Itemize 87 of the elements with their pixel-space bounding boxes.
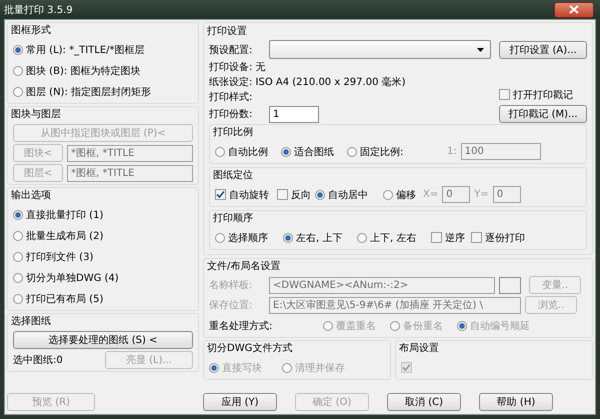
radio-button[interactable] — [13, 294, 23, 304]
radio-label[interactable]: 直接批量打印 (1) — [26, 208, 104, 222]
button[interactable]: 选择要处理的图纸 (S) < — [13, 331, 193, 349]
dropdown[interactable] — [269, 40, 491, 59]
close-button[interactable] — [554, 2, 594, 18]
radio-button[interactable] — [281, 146, 291, 156]
radio-button[interactable] — [13, 210, 23, 220]
radio-button[interactable] — [13, 86, 23, 96]
checkbox[interactable]: 逆序 — [431, 228, 467, 247]
label: 预设配置: — [209, 44, 254, 56]
radio-label[interactable]: 常用 (L): *_TITLE/*图框层 — [26, 42, 145, 56]
radio-label[interactable]: 固定比例: — [360, 144, 404, 158]
button[interactable]: 打印设置 (A)... — [499, 40, 587, 58]
radio-label[interactable]: 切分为单独DWG (4) — [26, 270, 119, 284]
radio-label[interactable]: 自动比例 — [228, 144, 268, 158]
radio-label[interactable]: 上下, 左右 — [370, 230, 416, 244]
check-mark-icon — [402, 363, 411, 372]
input-field[interactable]: *图框, *TITLE — [67, 144, 193, 162]
input-field[interactable]: 100 — [460, 143, 541, 160]
label: 选中图纸:0 — [13, 354, 63, 367]
radio-button[interactable] — [13, 252, 23, 262]
label: 1: — [447, 146, 457, 157]
button[interactable]: 取消 (C) — [387, 393, 461, 411]
check-mark-icon — [216, 190, 225, 199]
group-title: 打印顺序 — [213, 212, 254, 226]
radio-button[interactable] — [357, 232, 367, 242]
group-title: 布局设置 — [399, 342, 440, 356]
radio-button[interactable] — [13, 44, 23, 54]
input-field[interactable]: E:\大区审图意见\5-9#\6# (加插座 开关定位) \ — [269, 296, 521, 314]
button[interactable]: 应用 (Y) — [203, 393, 277, 411]
label: 名称样板: — [209, 278, 254, 292]
radio-button[interactable] — [315, 190, 325, 200]
checkbox[interactable]: 打开打印戳记 — [499, 85, 573, 104]
label: 打印样式: — [209, 90, 254, 104]
group-title: 输出选项 — [11, 189, 52, 203]
radio-button[interactable] — [13, 230, 23, 240]
radio-label[interactable]: 图块 (B): 图框为特定图块 — [26, 64, 140, 78]
caret-icon — [477, 48, 484, 52]
button[interactable]: 打印戳记 (M)... — [499, 105, 587, 123]
label: 保存位置: — [209, 298, 254, 312]
label: 纸张设定: ISO A4 (210.00 x 297.00 毫米) — [209, 76, 407, 89]
radio-button[interactable] — [457, 320, 467, 330]
input-field[interactable]: 0 — [492, 186, 521, 203]
label: 打印设备: 无 — [209, 60, 267, 74]
radio-button[interactable] — [13, 66, 23, 76]
input-field[interactable]: 1 — [269, 106, 319, 122]
radio-label[interactable]: 打印已有布局 (5) — [26, 292, 104, 306]
radio-button[interactable] — [209, 362, 219, 372]
input-field[interactable]: <DWGNAME><ANum:-:2> — [269, 276, 495, 294]
label: Y= — [474, 189, 489, 200]
label: X= — [423, 189, 438, 200]
checkbox[interactable]: 逐份打印 — [471, 228, 525, 247]
radio-label[interactable]: 左右, 上下 — [296, 230, 342, 244]
label: 重名处理方式: — [209, 320, 274, 332]
radio-label[interactable]: 选择顺序 — [228, 230, 268, 244]
radio-button[interactable] — [323, 320, 333, 330]
input-field[interactable]: *图框, *TITLE — [67, 164, 193, 182]
radio-label[interactable]: 适合图纸 — [294, 144, 334, 158]
group-title: 打印设置 — [207, 25, 248, 39]
group-title: 打印比例 — [213, 126, 254, 140]
radio-button[interactable] — [383, 190, 393, 200]
group-title: 选择图纸 — [11, 315, 52, 329]
group-title: 图框形式 — [11, 24, 52, 38]
radio-label[interactable]: 自动居中 — [328, 188, 368, 202]
input-field[interactable]: 0 — [442, 186, 470, 203]
radio-label[interactable]: 图层 (N): 指定图层封闭矩形 — [26, 84, 152, 98]
button[interactable]: 帮助 (H) — [479, 393, 553, 411]
input-field[interactable] — [499, 276, 521, 294]
radio-button[interactable] — [13, 272, 23, 282]
radio-button[interactable] — [282, 362, 292, 372]
radio-label[interactable]: 偏移 — [396, 188, 416, 202]
checkbox[interactable]: 反向 — [277, 185, 311, 204]
group-title: 切分DWG文件方式 — [207, 342, 294, 356]
checkbox[interactable]: 自动旋转 — [215, 185, 273, 204]
radio-button[interactable] — [215, 146, 225, 156]
label: 打印份数: — [209, 108, 254, 121]
radio-label[interactable]: 打印到文件 (3) — [26, 250, 94, 264]
group-title: 图块与图层 — [11, 108, 62, 122]
radio-button[interactable] — [215, 232, 225, 242]
radio-button[interactable] — [347, 146, 357, 156]
window-title: 批量打印 3.5.9 — [4, 4, 73, 16]
close-icon — [569, 5, 579, 14]
radio-button[interactable] — [283, 232, 293, 242]
radio-button[interactable] — [390, 320, 400, 330]
group-title: 图纸定位 — [213, 169, 254, 183]
radio-label[interactable]: 批量生成布局 (2) — [26, 228, 104, 242]
group-title: 文件/布局名设置 — [207, 260, 282, 274]
